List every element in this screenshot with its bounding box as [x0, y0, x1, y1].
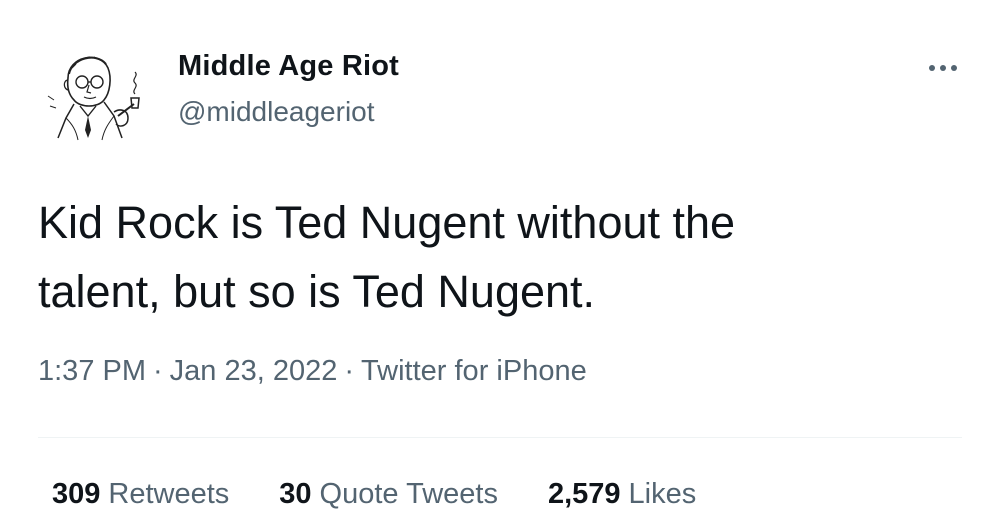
likes-label: Likes: [628, 478, 697, 510]
more-options-button[interactable]: [918, 48, 968, 88]
user-handle[interactable]: @middleageriot: [178, 96, 375, 128]
retweets-stat[interactable]: 309 Retweets: [52, 478, 229, 511]
separator: ·: [153, 355, 163, 387]
quote-tweets-stat[interactable]: 30 Quote Tweets: [279, 478, 498, 511]
divider: [38, 437, 962, 438]
tweet-source[interactable]: Twitter for iPhone: [361, 355, 587, 387]
more-horizontal-icon-dot: [951, 65, 957, 71]
engagement-stats: 309 Retweets 30 Quote Tweets 2,579 Likes: [52, 478, 696, 511]
tweet-text: Kid Rock is Ted Nugent without the talen…: [38, 197, 736, 317]
display-name[interactable]: Middle Age Riot: [178, 50, 399, 83]
avatar[interactable]: [38, 38, 156, 156]
more-horizontal-icon-dot: [940, 65, 946, 71]
tweet-card: Middle Age Riot @middleageriot Kid Rock …: [0, 0, 1000, 525]
tweet-metadata: 1:37 PM · Jan 23, 2022 · Twitter for iPhone: [38, 355, 587, 388]
vintage-man-with-pipe-icon: [47, 56, 140, 141]
tweet-time[interactable]: 1:37 PM: [38, 355, 146, 387]
separator: ·: [344, 355, 355, 387]
quote-tweets-count: 30: [279, 478, 312, 510]
retweets-count: 309: [52, 478, 101, 510]
tweet-date[interactable]: Jan 23, 2022: [170, 355, 338, 387]
retweets-label: Retweets: [108, 478, 230, 510]
more-horizontal-icon: [929, 65, 935, 71]
likes-stat[interactable]: 2,579 Likes: [548, 478, 696, 511]
quote-tweets-label: Quote Tweets: [319, 478, 498, 510]
likes-count: 2,579: [547, 478, 621, 510]
